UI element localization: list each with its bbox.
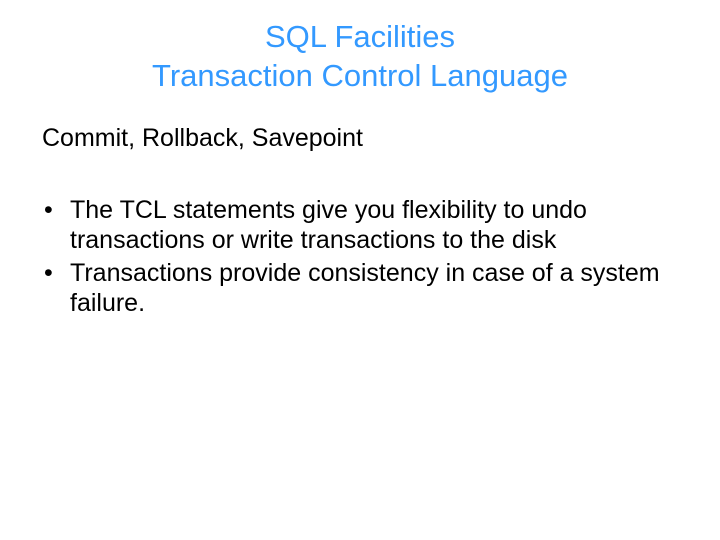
list-item: • Transactions provide consistency in ca…: [42, 258, 680, 319]
bullet-icon: •: [44, 195, 53, 226]
slide-title-line2: Transaction Control Language: [40, 57, 680, 96]
bullet-text: Transactions provide consistency in case…: [70, 259, 660, 318]
bullet-icon: •: [44, 258, 53, 289]
bullet-list: • The TCL statements give you flexibilit…: [40, 195, 680, 319]
list-item: • The TCL statements give you flexibilit…: [42, 195, 680, 256]
slide-title-line1: SQL Facilities: [40, 18, 680, 57]
bullet-text: The TCL statements give you flexibility …: [70, 196, 587, 255]
slide-subtitle: Commit, Rollback, Savepoint: [42, 124, 680, 153]
slide-title-block: SQL Facilities Transaction Control Langu…: [40, 18, 680, 96]
